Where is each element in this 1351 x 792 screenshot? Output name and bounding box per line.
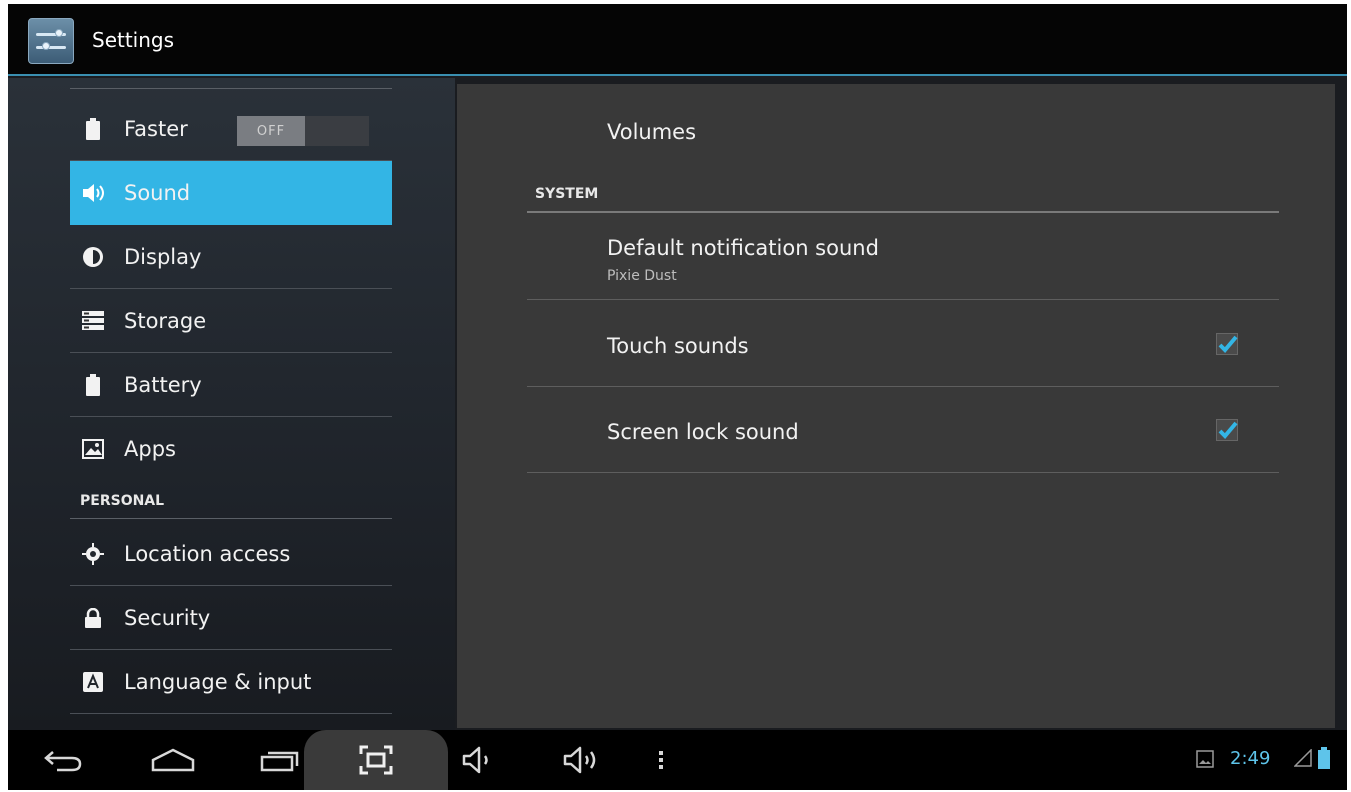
app-title: Settings	[92, 28, 175, 52]
location-icon	[80, 541, 106, 567]
sidebar-item-label: Language & input	[124, 669, 312, 694]
faster-toggle[interactable]: OFF	[237, 116, 369, 146]
sidebar-item-faster[interactable]: Faster OFF	[70, 97, 392, 161]
sidebar-item-language[interactable]: Language & input	[70, 650, 392, 714]
toggle-state: OFF	[237, 116, 305, 146]
sidebar-item-location[interactable]: Location access	[70, 522, 392, 586]
volume-down-button[interactable]	[451, 730, 506, 790]
android-screen: Settings Faster OFF Sound Display Storag…	[8, 4, 1347, 790]
volume-up-icon	[563, 746, 596, 774]
volume-up-button[interactable]	[553, 730, 613, 790]
home-icon	[151, 748, 195, 772]
volume-down-icon	[462, 746, 488, 774]
divider	[527, 386, 1279, 387]
sidebar-item-display[interactable]: Display	[70, 225, 392, 289]
personal-section-header: PERSONAL	[70, 483, 392, 519]
action-bar: Settings	[8, 4, 1347, 76]
checkmark-icon	[1218, 421, 1238, 439]
touch-sounds-checkbox[interactable]	[1216, 333, 1238, 355]
home-button[interactable]	[133, 730, 213, 790]
back-icon	[44, 751, 82, 772]
sidebar-item-label: Apps	[124, 437, 176, 461]
touch-sounds-title: Touch sounds	[607, 334, 749, 358]
recent-apps-icon	[260, 751, 299, 772]
screen-lock-sound-title: Screen lock sound	[607, 420, 799, 444]
sound-settings-pane: Volumes SYSTEM Default notification soun…	[457, 84, 1335, 728]
volumes-item[interactable]: Volumes	[607, 120, 696, 144]
default-notification-summary: Pixie Dust	[607, 268, 677, 284]
sidebar-item-sound[interactable]: Sound	[70, 161, 392, 225]
brightness-icon	[80, 244, 106, 270]
system-divider	[527, 211, 1279, 213]
sidebar-item-security[interactable]: Security	[70, 586, 392, 650]
system-section-header: SYSTEM	[535, 186, 599, 202]
sidebar-item-storage[interactable]: Storage	[70, 289, 392, 353]
sidebar-item-label: Location access	[124, 541, 291, 566]
overflow-menu-icon	[659, 751, 663, 769]
signal-icon	[1293, 748, 1314, 771]
settings-sliders-icon[interactable]	[28, 18, 74, 64]
sidebar-item-battery[interactable]: Battery	[70, 353, 392, 417]
sidebar-item-label: Sound	[124, 181, 191, 205]
lock-icon	[80, 605, 106, 631]
checkmark-icon	[1218, 335, 1238, 353]
screenshot-button[interactable]	[304, 730, 448, 790]
battery-icon	[80, 116, 106, 142]
default-notification-title: Default notification sound	[607, 236, 879, 260]
storage-icon	[80, 308, 106, 334]
sidebar-item-label: Display	[124, 244, 202, 269]
sidebar-item-apps[interactable]: Apps	[70, 417, 392, 481]
status-clock: 2:49	[1230, 748, 1271, 769]
overflow-menu-button[interactable]	[646, 730, 676, 790]
battery-status-icon	[1318, 747, 1330, 773]
divider	[527, 472, 1279, 473]
divider	[527, 299, 1279, 300]
battery-icon	[80, 372, 106, 398]
system-navigation-bar: 2:49	[8, 730, 1347, 790]
settings-sidebar: Faster OFF Sound Display Storage Battery…	[8, 78, 455, 730]
speaker-icon	[80, 180, 106, 206]
sidebar-item-label: Battery	[124, 372, 202, 397]
sidebar-top-divider	[70, 88, 392, 89]
apps-icon	[80, 436, 106, 462]
sidebar-item-label: Faster	[124, 116, 188, 141]
screen-lock-sound-checkbox[interactable]	[1216, 419, 1238, 441]
sidebar-item-label: Storage	[124, 308, 207, 333]
back-button[interactable]	[28, 730, 98, 790]
sidebar-item-label: Security	[124, 605, 211, 630]
keyboard-a-icon	[80, 669, 106, 695]
screenshot-icon	[359, 745, 393, 775]
gallery-notification-icon[interactable]	[1196, 750, 1214, 772]
